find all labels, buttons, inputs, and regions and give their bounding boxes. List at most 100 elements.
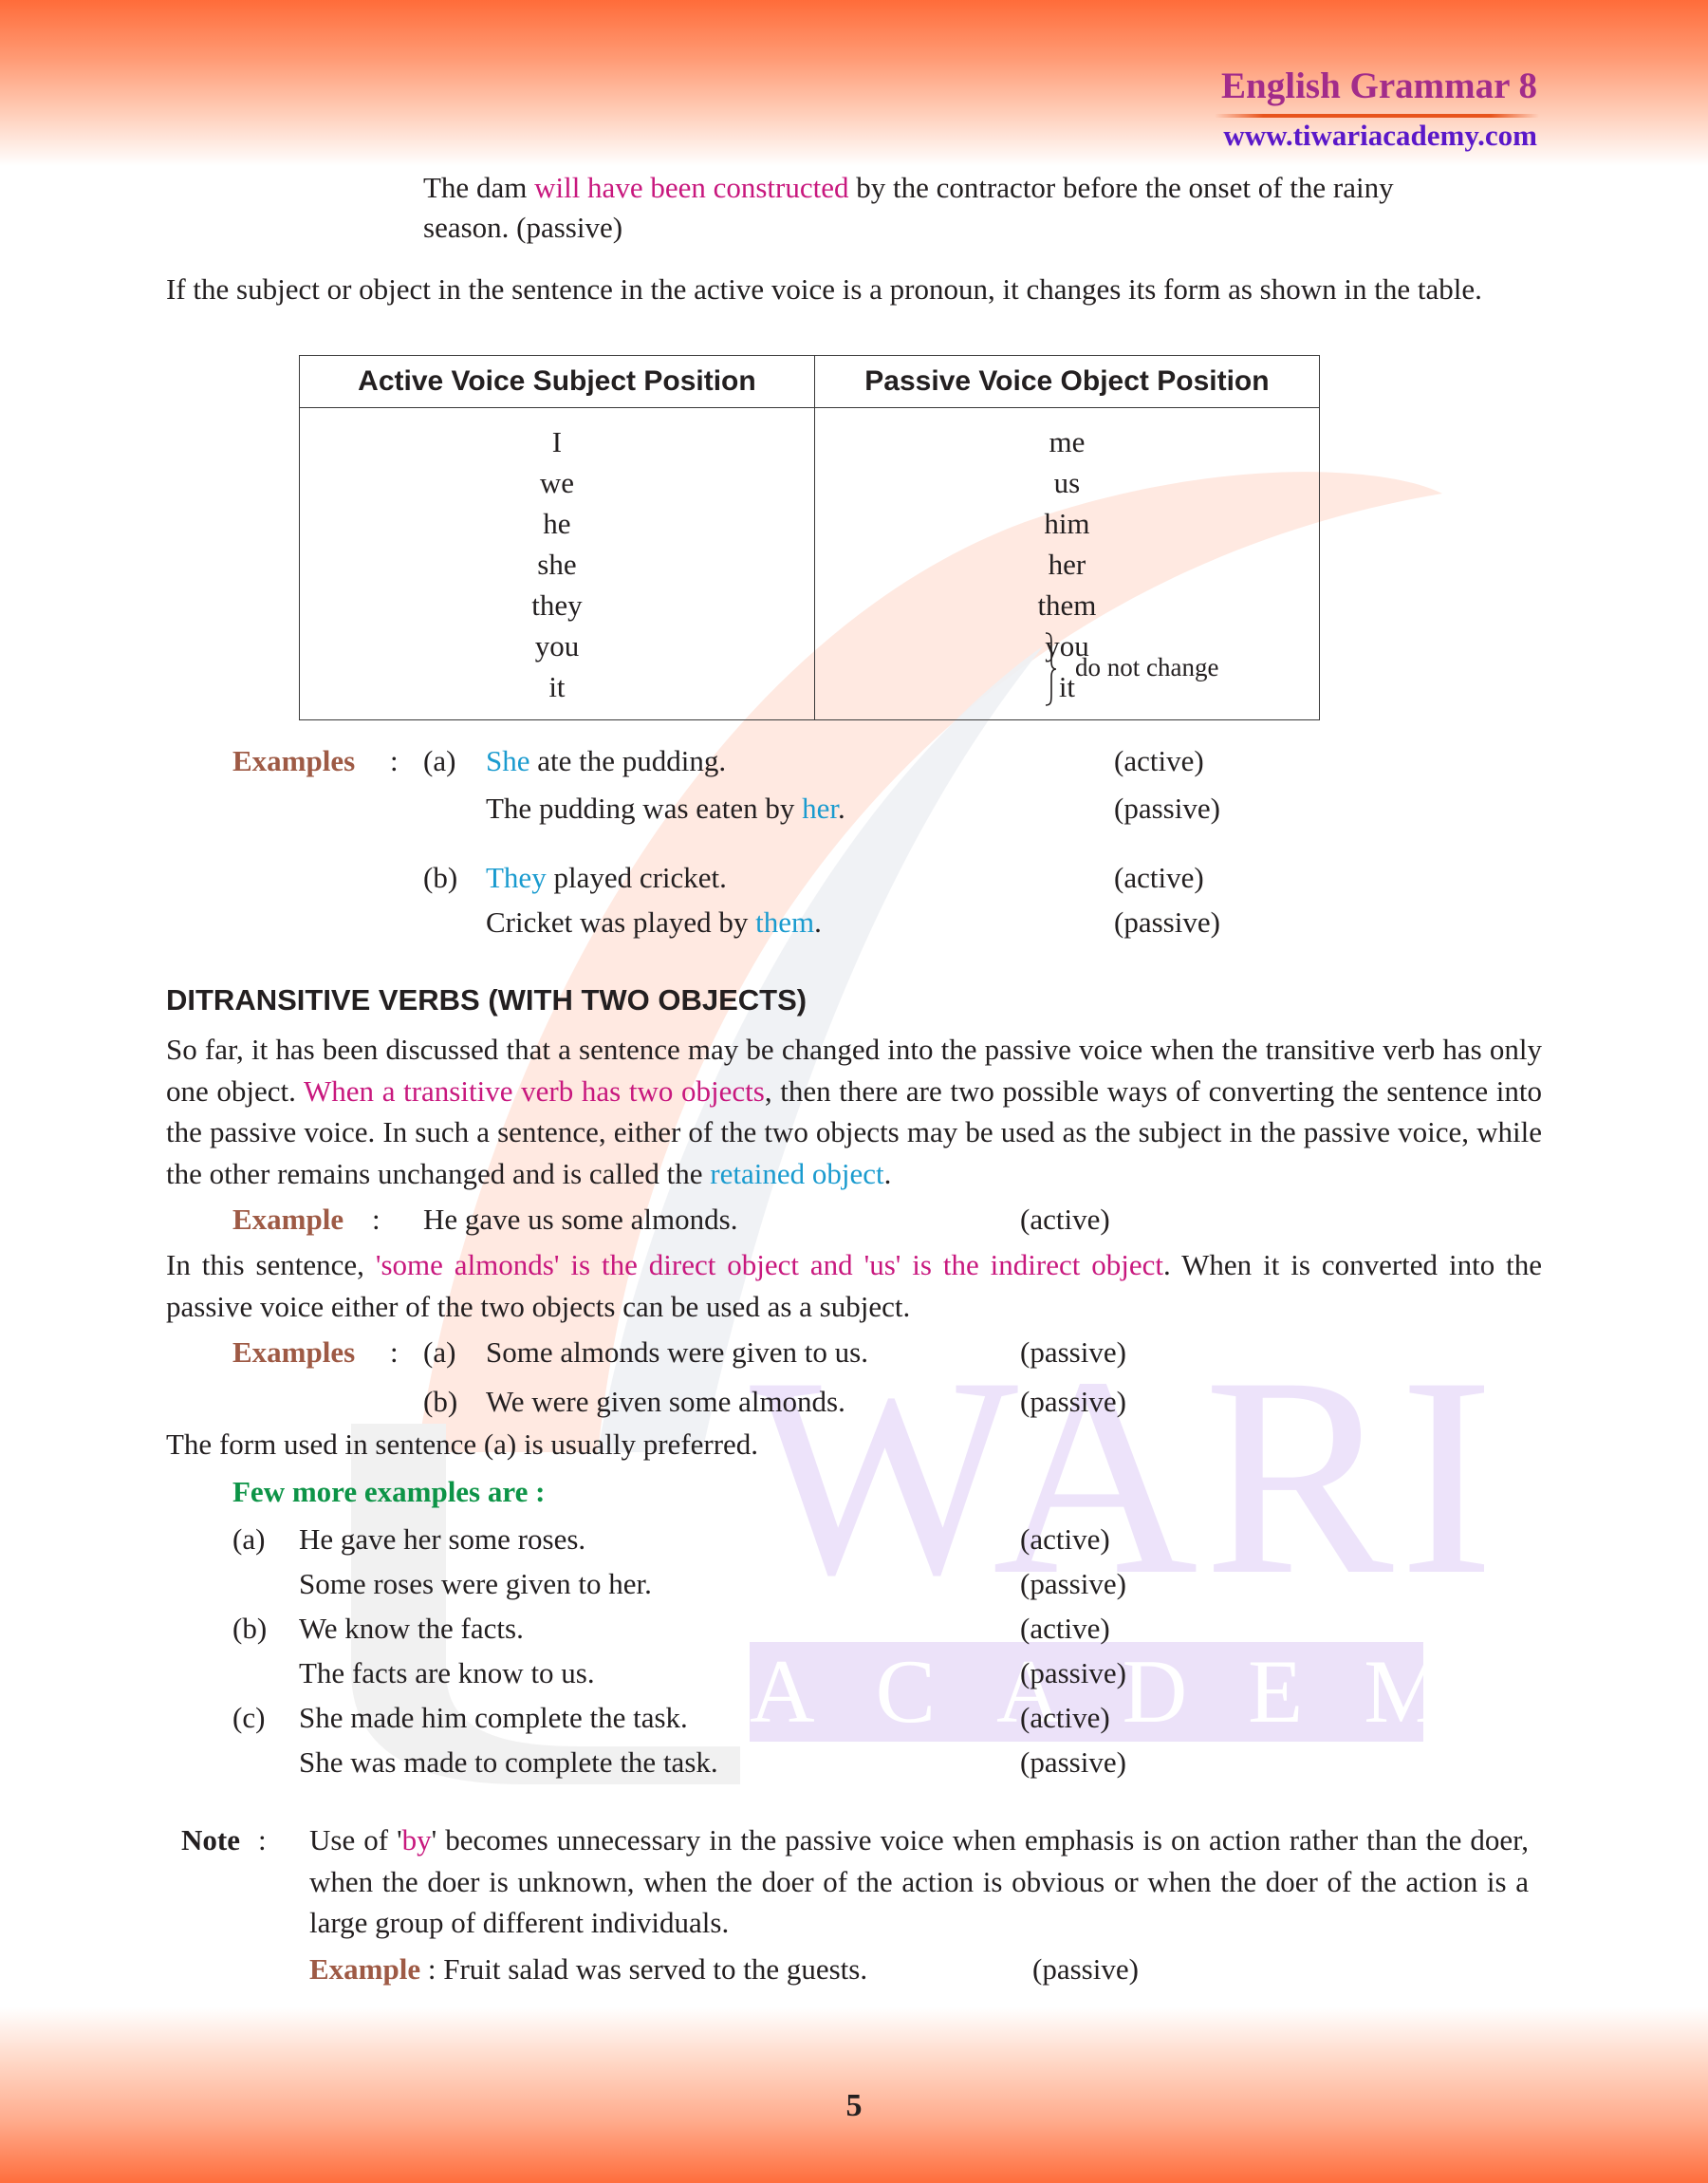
para-text: . [883,1156,892,1190]
pronoun-passive: it [1058,670,1076,703]
example-sentence: She made him complete the task. [299,1701,688,1734]
example-marker: (a) [423,744,456,777]
header-divider [1215,114,1539,118]
col-header-passive: Passive Voice Object Position [813,355,1321,408]
site-url[interactable]: www.tiwariacademy.com [1223,119,1537,153]
sentence-text: The pudding was eaten by [486,792,803,825]
examples-colon: : [390,1335,399,1369]
example-marker: (c) [232,1701,266,1734]
sentence-text: ate the pudding. [529,744,727,777]
voice-tag: (passive) [1020,1335,1126,1369]
sentence-text: Cricket was played by [486,905,756,939]
voice-tag: (passive) [1114,905,1220,939]
passive-column: me us him her them you it [813,407,1321,720]
example-label: Example [232,1203,344,1236]
ditransitive-paragraph: So far, it has been discussed that a sen… [166,1029,1542,1194]
example-marker: (b) [232,1612,268,1645]
right-brace-icon [1045,632,1057,706]
pronoun-active: they [531,588,583,622]
dam-sentence: The dam will have been constructed by th… [423,167,1394,208]
voice-tag: (passive) [1020,1745,1126,1779]
dam-pre: The dam [423,171,535,204]
pronoun-passive: him [1044,507,1090,540]
note-colon: : [258,1823,267,1856]
by-highlight: by [401,1823,432,1856]
page-number: 5 [845,2088,863,2123]
retained-object-term: retained object [710,1156,884,1190]
example-sentence: He gave us some almonds. [423,1203,738,1236]
pronoun-passive: me [1049,425,1086,458]
example-sentence: The facts are know to us. [299,1656,595,1689]
active-column: I we he she they you it [299,407,815,720]
pronoun-highlight: They [486,861,547,894]
example-marker: (a) [232,1522,266,1556]
voice-tag: (active) [1020,1203,1110,1236]
voice-tag: (active) [1020,1701,1110,1734]
dam-sentence-line2: season. (passive) [423,211,623,244]
voice-tag: (active) [1020,1522,1110,1556]
voice-tag: (passive) [1020,1385,1126,1418]
example-sentence: Some roses were given to her. [299,1567,652,1600]
table-header-row: Active Voice Subject Position Passive Vo… [299,355,1321,408]
example-sentence: We were given some almonds. [486,1385,845,1418]
para-highlight: When a transitive verb has two objects [304,1073,765,1108]
do-not-change-note: do not change [1075,653,1219,681]
sentence-text: played cricket. [546,861,727,894]
note-label: Note [181,1823,240,1856]
voice-tag: (passive) [1020,1567,1126,1600]
examples-label: Examples [232,1335,356,1369]
para-text: ' becomes unnecessary in the passive voi… [309,1823,1529,1939]
pronoun-active: she [537,548,577,581]
pronoun-highlight: them [755,905,815,939]
pronoun-passive: them [1037,588,1097,622]
examples-label: Examples [232,744,356,777]
example-sentence: The pudding was eaten by her. [486,788,845,829]
pronoun-active: it [548,670,566,703]
pronoun-active: he [543,507,571,540]
example-sentence: We know the facts. [299,1612,524,1645]
note-example: Example : Fruit salad was served to the … [309,1949,867,1989]
pronoun-passive: us [1053,466,1081,499]
examples-colon: : [390,744,399,777]
note-text: Use of 'by' becomes unnecessary in the p… [309,1819,1529,1944]
pronoun-active: I [551,425,563,458]
example-colon: : [372,1203,381,1236]
sentence-text: . [838,792,845,825]
pronoun-active: we [539,466,575,499]
dam-post: by the contractor before the onset of th… [848,171,1394,204]
example-sentence: He gave her some roses. [299,1522,586,1556]
voice-tag: (passive) [1114,792,1220,825]
para-highlight: 'some almonds' is the direct object and … [375,1248,1164,1281]
voice-tag: (active) [1114,744,1204,777]
example-sentence: She was made to complete the task. [299,1745,718,1779]
section-heading: DITRANSITIVE VERBS (WITH TWO OBJECTS) [166,983,808,1017]
col-header-active: Active Voice Subject Position [299,355,815,408]
pronoun-highlight: She [486,744,530,777]
example-marker: (b) [423,1385,458,1418]
voice-tag: (active) [1114,861,1204,894]
para-text: In this sentence, [166,1248,376,1281]
example-marker: (b) [423,861,458,894]
example-sentence: Some almonds were given to us. [486,1335,868,1369]
example-sentence: Cricket was played by them. [486,902,822,942]
pronoun-active: you [534,629,580,662]
voice-tag: (active) [1020,1612,1110,1645]
para-text: Use of ' [309,1823,402,1856]
voice-tag: (passive) [1032,1952,1139,1986]
more-examples-title: Few more examples are : [232,1475,546,1508]
pronoun-highlight: her [802,792,839,825]
example-sentence: She ate the pudding. [486,740,726,781]
preferred-note: The form used in sentence (a) is usually… [166,1427,759,1461]
example-sentence: They played cricket. [486,857,727,898]
pronoun-passive: her [1048,548,1086,581]
voice-tag: (passive) [1020,1656,1126,1689]
book-title: English Grammar 8 [1221,65,1537,106]
example-label: Example [309,1952,421,1986]
example-marker: (a) [423,1335,456,1369]
pronoun-paragraph: If the subject or object in the sentence… [166,272,1482,306]
pronoun-passive: you [1045,629,1089,662]
objects-paragraph: In this sentence, 'some almonds' is the … [166,1244,1542,1327]
sentence-text: . [814,905,822,939]
dam-highlight: will have been constructed [534,171,849,204]
example-sentence: : Fruit salad was served to the guests. [420,1952,868,1986]
